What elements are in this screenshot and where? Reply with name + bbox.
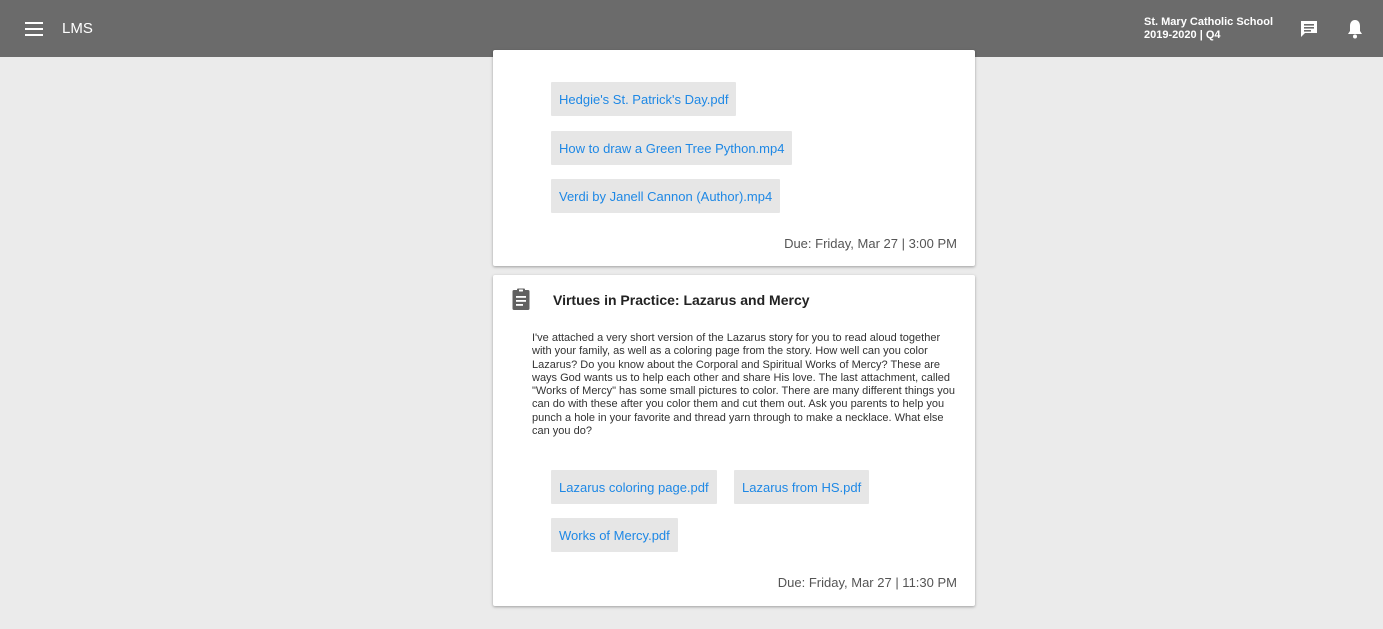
- attachment-link[interactable]: Lazarus from HS.pdf: [734, 470, 870, 504]
- school-info[interactable]: St. Mary Catholic School 2019-2020 | Q4: [1144, 16, 1273, 42]
- attachment-link[interactable]: Verdi by Janell Cannon (Author).mp4: [551, 179, 781, 213]
- due-date: Due: Friday, Mar 27 | 11:30 PM: [777, 575, 957, 590]
- assignment-card: Virtues in Practice: Lazarus and Mercy I…: [493, 275, 975, 606]
- due-date: Due: Friday, Mar 27 | 3:00 PM: [784, 236, 957, 251]
- assignment-description: I've attached a very short version of th…: [532, 332, 955, 438]
- clipboard-icon: [509, 287, 533, 311]
- attachment-link[interactable]: Lazarus coloring page.pdf: [551, 470, 717, 504]
- menu-icon[interactable]: [22, 17, 46, 41]
- school-name: St. Mary Catholic School: [1144, 15, 1273, 28]
- app-title: LMS: [62, 20, 93, 37]
- assignment-title[interactable]: Virtues in Practice: Lazarus and Mercy: [553, 292, 810, 308]
- bell-icon[interactable]: [1343, 17, 1367, 41]
- top-app-bar: LMS St. Mary Catholic School 2019-2020 |…: [0, 0, 1383, 57]
- chat-icon[interactable]: [1297, 17, 1321, 41]
- assignment-card: Hedgie's St. Patrick's Day.pdf How to dr…: [493, 50, 975, 266]
- attachment-link[interactable]: Works of Mercy.pdf: [551, 518, 678, 552]
- term-label: 2019-2020 | Q4: [1144, 28, 1221, 41]
- attachment-link[interactable]: How to draw a Green Tree Python.mp4: [551, 131, 793, 165]
- attachment-link[interactable]: Hedgie's St. Patrick's Day.pdf: [551, 82, 737, 116]
